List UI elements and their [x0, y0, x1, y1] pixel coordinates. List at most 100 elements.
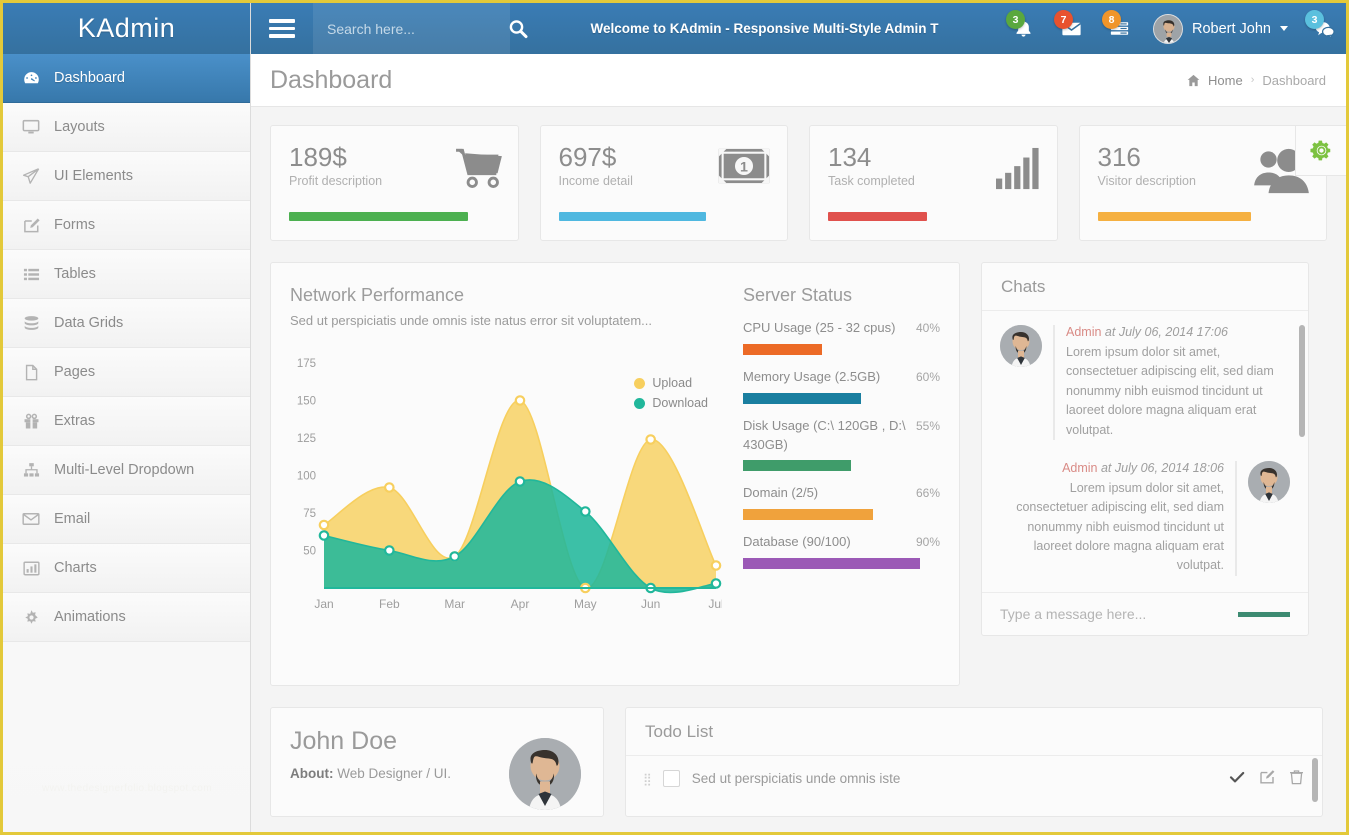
- edit-icon[interactable]: [1259, 769, 1275, 788]
- chat-timestamp: at July 06, 2014 17:06: [1104, 325, 1228, 339]
- todo-scrollbar[interactable]: [1312, 758, 1318, 802]
- server-status-track: [743, 343, 940, 355]
- chart-legend: Upload Download: [634, 376, 708, 416]
- server-status-item: Memory Usage (2.5GB) 60%: [743, 368, 940, 404]
- profile-about-label: About:: [290, 766, 334, 781]
- list-icon: [21, 266, 41, 283]
- server-status-fill: [743, 509, 874, 521]
- breadcrumb-home[interactable]: Home: [1208, 73, 1243, 88]
- sidebar-item-animations[interactable]: Animations: [3, 593, 250, 642]
- sidebar-item-label: Email: [54, 511, 91, 527]
- sidebar-item-label: UI Elements: [54, 168, 133, 184]
- page-title: Dashboard: [270, 65, 393, 94]
- chat-send-button[interactable]: [1238, 611, 1290, 617]
- svg-text:Jul: Jul: [708, 597, 722, 611]
- server-status-percent: 55%: [915, 418, 940, 433]
- server-status-item: Disk Usage (C:\ 120GB , D:\ 430GB) 55%: [743, 417, 940, 472]
- chat-badge: 3: [1305, 10, 1324, 29]
- user-menu[interactable]: Robert John: [1143, 3, 1302, 54]
- sidebar-item-ui-elements[interactable]: UI Elements: [3, 152, 250, 201]
- sidebar-item-layouts[interactable]: Layouts: [3, 103, 250, 152]
- stat-card[interactable]: 134 Task completed: [809, 125, 1058, 241]
- sidebar-item-tables[interactable]: Tables: [3, 250, 250, 299]
- svg-text:May: May: [574, 597, 597, 611]
- stat-card[interactable]: 316 Visitor description: [1078, 125, 1327, 241]
- sidebar-item-label: Tables: [54, 266, 96, 282]
- sidebar-item-forms[interactable]: Forms: [3, 201, 250, 250]
- sidebar-item-label: Animations: [54, 609, 126, 625]
- stat-card[interactable]: 189$ Profit description: [270, 125, 519, 241]
- gift-icon: [21, 413, 41, 430]
- sidebar-toggle-button[interactable]: [251, 3, 313, 54]
- legend-label-upload: Upload: [652, 376, 693, 390]
- sidebar-item-pages[interactable]: Pages: [3, 348, 250, 397]
- top-navbar: Welcome to KAdmin - Responsive Multi-Sty…: [251, 3, 1346, 54]
- messages-badge: 7: [1054, 10, 1073, 29]
- sidebar-item-charts[interactable]: Charts: [3, 544, 250, 593]
- trash-icon[interactable]: [1289, 769, 1304, 788]
- area-chart: 50 75 100 125 150 175 Jan Feb Mar Apr May Jun Jul Up…: [290, 344, 722, 614]
- sidebar-item-label: Extras: [54, 413, 96, 429]
- sidebar-item-dashboard[interactable]: Dashboard: [3, 54, 250, 103]
- sidebar-item-data-grids[interactable]: Data Grids: [3, 299, 250, 348]
- network-performance-chart-area: Network Performance Sed ut perspiciatis …: [271, 263, 731, 685]
- sidebar-item-multi-level-dropdown[interactable]: Multi-Level Dropdown: [3, 446, 250, 495]
- tasks-button[interactable]: 8: [1095, 3, 1143, 54]
- messages-button[interactable]: 7: [1047, 3, 1095, 54]
- chats-scrollbar[interactable]: [1299, 325, 1305, 437]
- notifications-badge: 3: [1006, 10, 1025, 29]
- search-icon: [509, 19, 528, 38]
- bar-chart-icon: [21, 560, 41, 577]
- sidebar-item-email[interactable]: Email: [3, 495, 250, 544]
- sidebar-item-extras[interactable]: Extras: [3, 397, 250, 446]
- chat-toggle-button[interactable]: 3: [1302, 3, 1346, 54]
- chat-avatar: [1248, 460, 1290, 503]
- drag-handle-icon[interactable]: ⣿: [643, 773, 652, 785]
- hamburger-bar: [269, 19, 295, 23]
- chats-message-list: Admin at July 06, 2014 17:06 Lorem ipsum …: [982, 311, 1308, 592]
- theme-settings-button[interactable]: [1295, 125, 1346, 176]
- database-icon: [21, 315, 41, 332]
- bar-chart-icon: [995, 147, 1041, 196]
- search-box: [313, 3, 528, 54]
- stat-progress-track: [1097, 212, 1309, 221]
- server-status-item: Domain (2/5) 66%: [743, 484, 940, 521]
- notifications-button[interactable]: 3: [999, 3, 1047, 54]
- server-status-fill: [743, 392, 862, 404]
- chat-message: Admin at July 06, 2014 18:06 Lorem ipsum …: [1000, 460, 1290, 576]
- todo-label: Sed ut perspiciatis unde omnis iste: [691, 771, 901, 786]
- server-status-track: [743, 392, 940, 404]
- legend-item-upload[interactable]: Upload: [634, 376, 708, 390]
- sidebar-item-label: Data Grids: [54, 315, 124, 331]
- server-status-fill: [743, 343, 822, 355]
- hamburger-bar: [269, 26, 295, 31]
- breadcrumb-separator: ›: [1250, 74, 1255, 86]
- sidebar-item-label: Multi-Level Dropdown: [54, 462, 195, 478]
- server-status-label: Disk Usage (C:\ 120GB , D:\ 430GB): [743, 417, 906, 452]
- search-button[interactable]: [508, 19, 528, 39]
- svg-text:75: 75: [303, 508, 316, 520]
- avatar: [1153, 13, 1183, 44]
- server-status-fill: [743, 460, 852, 472]
- chat-message-input[interactable]: [1000, 606, 1228, 622]
- stat-cards-row: 189$ Profit description 697$ Income detail 1…: [270, 125, 1327, 241]
- home-icon: [1187, 74, 1200, 86]
- server-status-percent: 90%: [915, 535, 940, 550]
- svg-text:Jan: Jan: [314, 597, 333, 611]
- search-input[interactable]: [327, 20, 508, 37]
- stat-progress-track: [289, 212, 500, 221]
- stat-card[interactable]: 697$ Income detail 1: [539, 125, 788, 241]
- server-status-item: CPU Usage (25 - 32 cpus) 40%: [743, 319, 940, 355]
- server-status-track: [743, 558, 940, 570]
- server-status-heading: Server Status: [743, 285, 853, 305]
- legend-swatch-download: [634, 397, 646, 409]
- sidebar-item-label: Forms: [54, 217, 96, 233]
- todo-item: ⣿ Sed ut perspiciatis unde omnis iste: [626, 756, 1322, 801]
- todo-checkbox[interactable]: [662, 770, 680, 787]
- check-icon[interactable]: [1229, 769, 1245, 788]
- brand-logo[interactable]: KAdmin: [3, 3, 250, 54]
- network-performance-heading: Network Performance: [290, 285, 465, 305]
- legend-item-download[interactable]: Download: [634, 396, 708, 410]
- server-status-label: CPU Usage (25 - 32 cpus): [743, 320, 896, 335]
- chat-text: Lorem ipsum dolor sit amet, consectetuer…: [1016, 480, 1224, 573]
